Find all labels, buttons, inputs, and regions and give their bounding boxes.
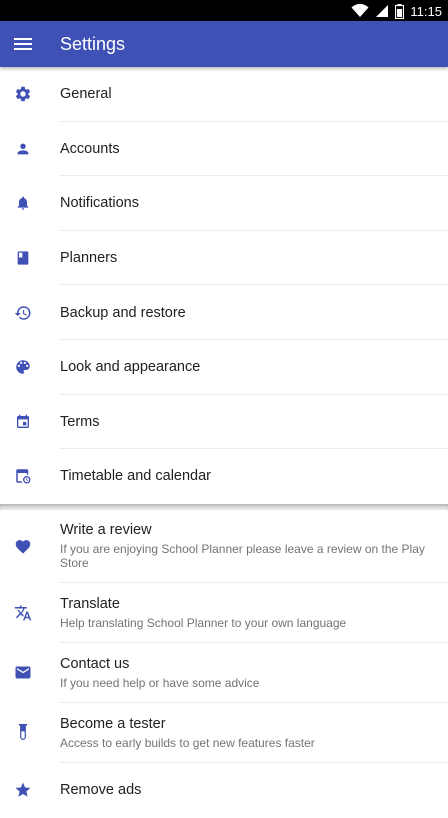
settings-item-label: Notifications bbox=[60, 195, 139, 212]
list-item-title: Translate bbox=[60, 595, 120, 612]
book-icon bbox=[0, 249, 46, 267]
settings-item-label: Timetable and calendar bbox=[60, 468, 211, 485]
mail-icon bbox=[0, 665, 46, 680]
list-item-title: Become a tester bbox=[60, 715, 166, 732]
status-time: 11:15 bbox=[410, 3, 442, 19]
settings-item-planners[interactable]: Planners bbox=[0, 231, 448, 286]
palette-icon bbox=[0, 358, 46, 376]
list-item-title: Remove ads bbox=[60, 782, 142, 799]
signal-icon bbox=[375, 4, 389, 18]
settings-item-label: Terms bbox=[60, 413, 100, 430]
list-item-subtitle: If you need help or have some advice bbox=[60, 675, 260, 690]
list-item-tester[interactable]: Become a tester Access to early builds t… bbox=[0, 703, 448, 763]
list-item-subtitle: Help translating School Planner to your … bbox=[60, 615, 347, 630]
battery-icon bbox=[395, 3, 405, 19]
list-item-title: Write a review bbox=[60, 522, 152, 539]
menu-icon[interactable] bbox=[0, 21, 46, 67]
schedule-icon bbox=[0, 467, 46, 485]
settings-item-accounts[interactable]: Accounts bbox=[0, 122, 448, 177]
settings-item-timetable[interactable]: Timetable and calendar bbox=[0, 449, 448, 504]
app-toolbar: Settings bbox=[0, 21, 448, 67]
list-item-remove-ads[interactable]: Remove ads bbox=[0, 763, 448, 818]
translate-icon bbox=[0, 604, 46, 622]
page-title: Settings bbox=[60, 33, 126, 54]
settings-item-label: General bbox=[60, 86, 112, 103]
person-icon bbox=[0, 141, 46, 157]
status-bar: 11:15 bbox=[0, 0, 448, 21]
list-item-subtitle: Access to early builds to get new featur… bbox=[60, 735, 315, 750]
settings-item-general[interactable]: General bbox=[0, 67, 448, 122]
list-item-contact[interactable]: Contact us If you need help or have some… bbox=[0, 643, 448, 703]
wifi-icon bbox=[351, 4, 369, 18]
extras-list: Write a review If you are enjoying Schoo… bbox=[0, 509, 448, 818]
list-item-subtitle: If you are enjoying School Planner pleas… bbox=[60, 542, 425, 571]
calendar-icon bbox=[0, 413, 46, 431]
bell-icon bbox=[0, 194, 46, 212]
gear-icon bbox=[0, 85, 46, 103]
settings-item-label: Planners bbox=[60, 250, 118, 267]
settings-item-backup[interactable]: Backup and restore bbox=[0, 285, 448, 340]
heart-icon bbox=[0, 538, 46, 554]
settings-item-label: Backup and restore bbox=[60, 304, 186, 321]
settings-item-label: Accounts bbox=[60, 140, 120, 157]
settings-list: General Accounts Notifications Planners … bbox=[0, 67, 448, 504]
star-icon bbox=[0, 781, 46, 799]
flask-icon bbox=[0, 723, 46, 742]
list-item-translate[interactable]: Translate Help translating School Planne… bbox=[0, 583, 448, 643]
list-item-title: Contact us bbox=[60, 655, 130, 672]
list-item-write-review[interactable]: Write a review If you are enjoying Schoo… bbox=[0, 510, 448, 583]
settings-item-notifications[interactable]: Notifications bbox=[0, 176, 448, 231]
settings-item-terms[interactable]: Terms bbox=[0, 395, 448, 450]
restore-icon bbox=[0, 304, 46, 322]
settings-item-label: Look and appearance bbox=[60, 359, 201, 376]
settings-item-appearance[interactable]: Look and appearance bbox=[0, 340, 448, 395]
